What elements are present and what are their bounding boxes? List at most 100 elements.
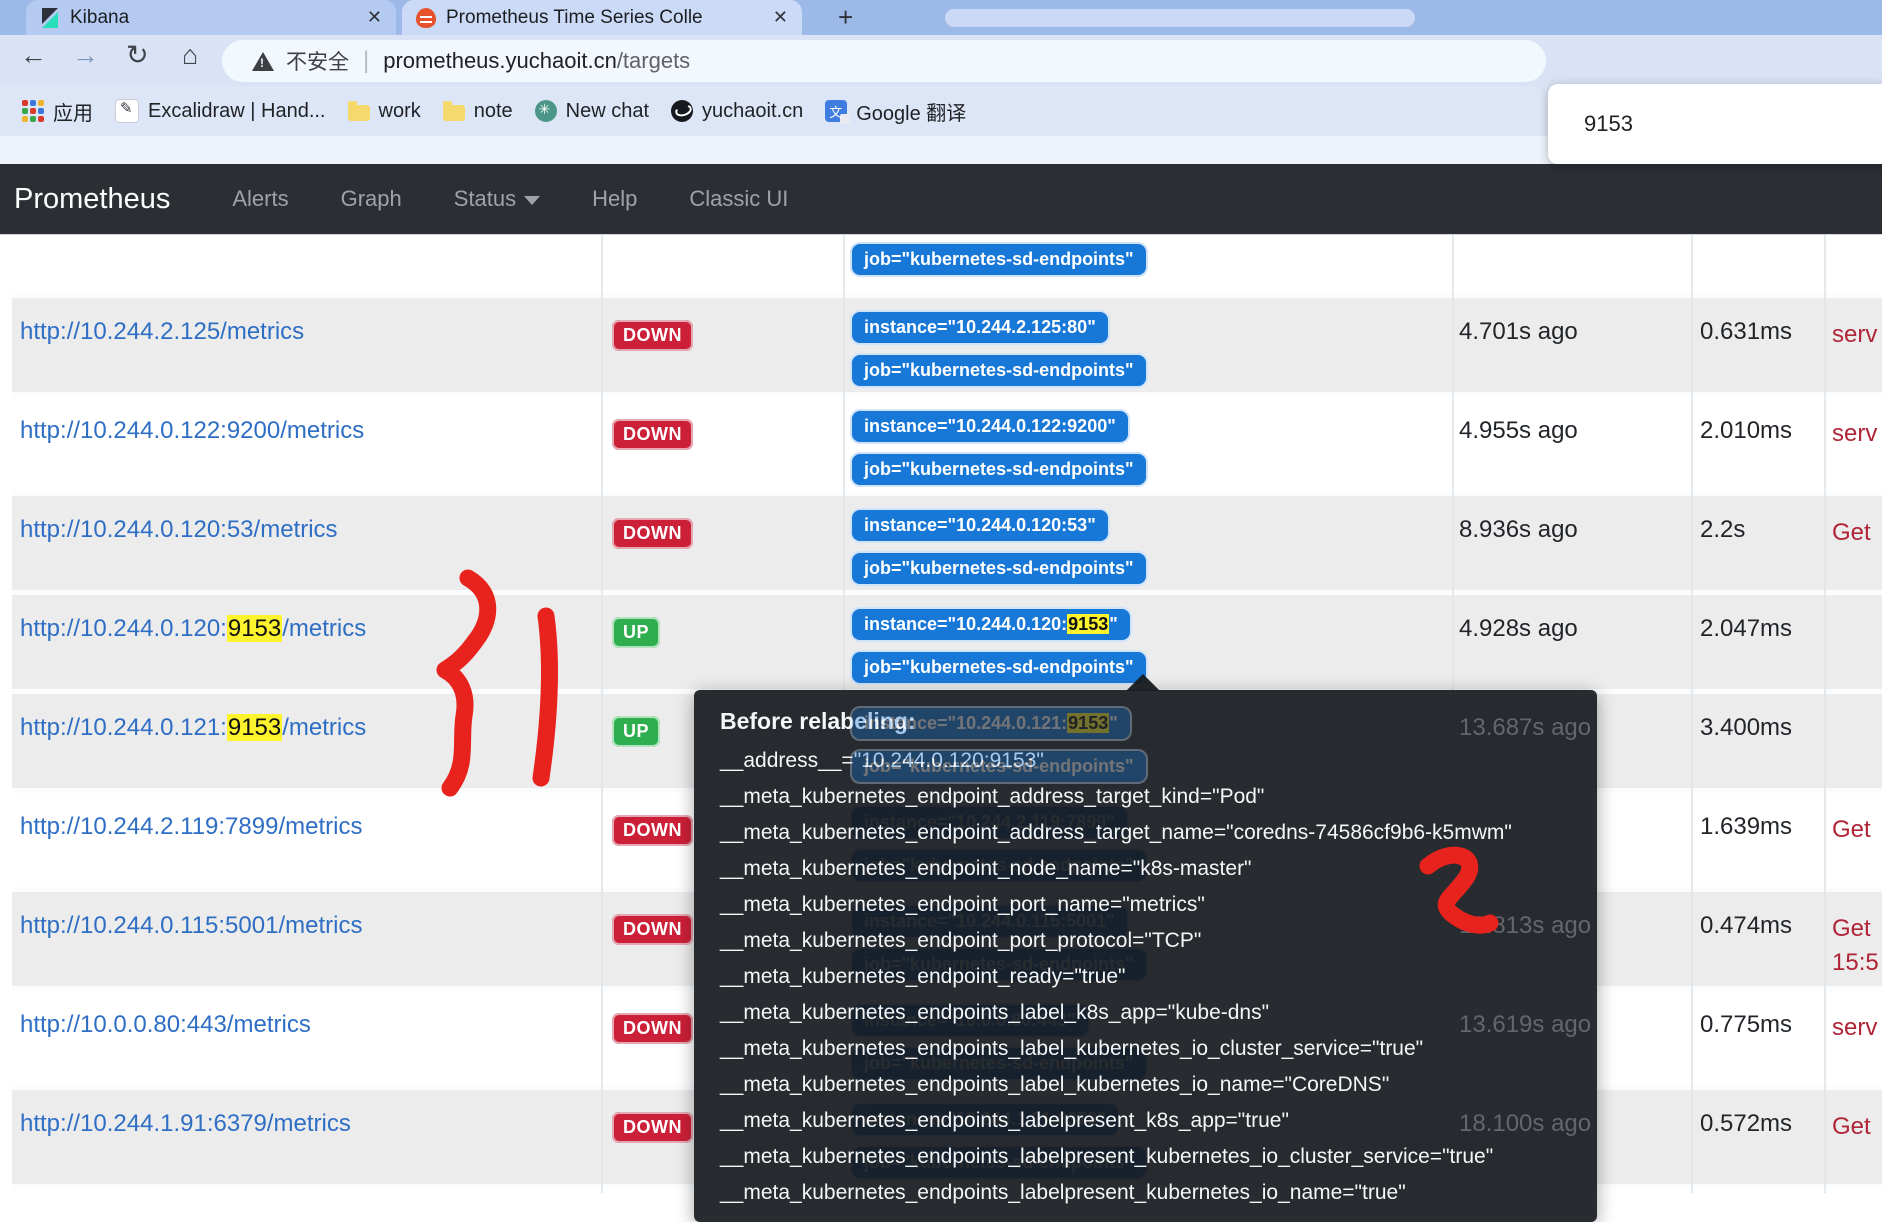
bookmark-label: Excalidraw | Hand... <box>148 100 326 123</box>
labels-cell: instance="10.244.0.122:9200" job="kuberne… <box>852 397 1146 485</box>
translate-icon <box>825 100 847 122</box>
scrape-error-text: serv <box>1832 318 1877 352</box>
endpoint-link[interactable]: http://10.244.0.122:9200/metrics <box>20 417 364 445</box>
endpoint-link[interactable]: http://10.244.2.119:7899/metrics <box>20 813 362 841</box>
scrape-error-text: serv <box>1832 1011 1877 1045</box>
new-tab-button[interactable]: + <box>838 2 853 33</box>
job-label-badge[interactable]: job="kubernetes-sd-endpoints" <box>852 454 1146 485</box>
endpoint-link[interactable]: http://10.244.0.121:9153/metrics <box>20 714 366 742</box>
state-badge: DOWN <box>612 1112 693 1143</box>
back-icon[interactable]: ← <box>20 40 47 71</box>
find-highlight: 9153 <box>227 615 282 642</box>
endpoint-link[interactable]: http://10.244.2.125/metrics <box>20 318 304 346</box>
scrape-duration-value: 2.010ms <box>1700 417 1792 445</box>
bookmark-item[interactable]: Google 翻译 <box>825 97 966 126</box>
bookmark-label: 应用 <box>53 97 93 126</box>
bookmark-label: note <box>474 100 513 123</box>
scrape-duration-value: 3.400ms <box>1700 714 1792 742</box>
folder-icon <box>443 105 465 121</box>
prometheus-navbar: Prometheus Alerts Graph Status Help Classic … <box>0 164 1882 234</box>
find-query-input[interactable]: 9153 <box>1584 111 1882 137</box>
find-highlight: 9153 <box>227 714 282 741</box>
forward-icon[interactable]: → <box>72 40 99 71</box>
url-separator: | <box>363 47 369 75</box>
address-bar[interactable]: 不安全 | prometheus.yuchaoit.cn/targets <box>222 40 1546 82</box>
job-label-badge[interactable]: job="kubernetes-sd-endpoints" <box>852 244 1146 275</box>
column-divider <box>601 235 603 1193</box>
state-badge: DOWN <box>612 320 693 351</box>
nav-item-classic-ui[interactable]: Classic UI <box>689 186 788 212</box>
state-badge: DOWN <box>612 518 693 549</box>
endpoint-link[interactable]: http://10.244.0.115:5001/metrics <box>20 912 362 940</box>
last-scrape-value: 4.955s ago <box>1459 417 1578 445</box>
job-label-badge[interactable]: job="kubernetes-sd-endpoints" <box>852 355 1146 386</box>
tooltip-meta-line: __meta_kubernetes_endpoints_labelpresent… <box>720 1175 1597 1211</box>
home-icon[interactable]: ⌂ <box>182 40 198 71</box>
tab-close-icon[interactable]: ✕ <box>367 7 382 28</box>
tooltip-meta-line: __meta_kubernetes_endpoints_label_kubern… <box>720 1067 1597 1103</box>
instance-label-badge[interactable]: instance="10.244.0.120:53" <box>852 510 1108 541</box>
scrape-duration-value: 0.631ms <box>1700 318 1792 346</box>
scrape-error-text: serv <box>1832 417 1877 451</box>
labels-cell: instance="10.244.0.120:9153" job="kuberne… <box>852 595 1146 683</box>
scrape-duration-value: 0.775ms <box>1700 1011 1792 1039</box>
tab-strip-pill <box>945 9 1415 27</box>
endpoint-link[interactable]: http://10.0.0.80:443/metrics <box>20 1011 311 1039</box>
last-scrape-value: 4.701s ago <box>1459 318 1578 346</box>
nav-item-help[interactable]: Help <box>592 186 637 212</box>
bookmark-item[interactable]: note <box>443 100 513 123</box>
state-badge: UP <box>612 617 660 648</box>
excalidraw-icon <box>115 99 139 123</box>
instance-label-badge[interactable]: instance="10.244.0.122:9200" <box>852 411 1128 442</box>
tooltip-meta-line: __meta_kubernetes_endpoints_labelpresent… <box>720 1139 1597 1175</box>
prometheus-brand[interactable]: Prometheus <box>14 183 170 216</box>
last-scrape-value: 13.687s ago <box>1459 714 1591 742</box>
last-scrape-value: 8.936s ago <box>1459 516 1578 544</box>
find-highlight: 9153 <box>1067 713 1109 733</box>
table-row: http://10.244.0.122:9200/metricsDOWNinst… <box>12 392 1882 491</box>
bookmark-item[interactable]: yuchaoit.cn <box>671 100 803 123</box>
instance-label-badge[interactable]: instance="10.244.0.120:9153" <box>852 609 1130 640</box>
state-badge: UP <box>612 716 660 747</box>
last-scrape-value: 13.619s ago <box>1459 1011 1591 1039</box>
bookmark-label: Google 翻译 <box>856 97 966 126</box>
job-label-badge[interactable]: job="kubernetes-sd-endpoints" <box>852 652 1146 683</box>
bookmark-item[interactable]: work <box>348 100 421 123</box>
bookmark-item[interactable]: 应用 <box>22 97 93 126</box>
state-badge: DOWN <box>612 815 693 846</box>
chatgpt-icon <box>535 100 557 122</box>
scrape-error-text: Get15:5 <box>1832 912 1879 980</box>
find-highlight: 9153 <box>1067 614 1109 634</box>
reload-icon[interactable]: ↻ <box>126 40 149 71</box>
labels-cell: instance="10.244.2.125:80" job="kubernete… <box>852 298 1146 386</box>
not-secure-warning-icon[interactable] <box>252 52 274 71</box>
globe-icon <box>671 100 693 122</box>
table-row: http://10.244.0.120:53/metrics DOWN instan… <box>12 491 1882 590</box>
bookmark-label: yuchaoit.cn <box>702 100 803 123</box>
endpoint-link[interactable]: http://10.244.0.120:9153/metrics <box>20 615 366 643</box>
nav-item-graph[interactable]: Graph <box>341 186 402 212</box>
last-scrape-value: 4.928s ago <box>1459 615 1578 643</box>
bookmark-item[interactable]: Excalidraw | Hand... <box>115 99 326 123</box>
tooltip-meta-line: __meta_kubernetes_endpoint_node_name="k8… <box>720 851 1597 887</box>
nav-item-status[interactable]: Status <box>454 186 540 212</box>
endpoint-link[interactable]: http://10.244.1.91:6379/metrics <box>20 1110 351 1138</box>
tab-prometheus[interactable]: Prometheus Time Series Colle ✕ <box>402 0 802 35</box>
endpoint-link[interactable]: http://10.244.0.120:53/metrics <box>20 516 338 544</box>
tab-close-icon[interactable]: ✕ <box>773 7 788 28</box>
job-label-badge[interactable]: job="kubernetes-sd-endpoints" <box>852 553 1146 584</box>
instance-label-badge[interactable]: instance="10.244.0.121:9153" <box>852 708 1130 739</box>
bookmark-item[interactable]: New chat <box>535 100 649 123</box>
tab-kibana[interactable]: Kibana ✕ <box>26 0 396 35</box>
browser-toolbar: ← → ↻ ⌂ 不安全 | prometheus.yuchaoit.cn/tar… <box>0 35 1882 86</box>
tooltip-meta-line: __meta_kubernetes_endpoint_address_targe… <box>720 815 1597 851</box>
find-in-page-bar[interactable]: 9153 4 <box>1548 84 1882 164</box>
job-label-badge[interactable]: job="kubernetes-sd-endpoints" <box>852 751 1146 782</box>
state-badge: DOWN <box>612 1013 693 1044</box>
labels-cell: job="kubernetes-sd-endpoints" <box>852 235 1146 275</box>
prometheus-favicon-icon <box>416 8 436 28</box>
instance-label-badge[interactable]: instance="10.244.2.125:80" <box>852 312 1108 343</box>
nav-item-alerts[interactable]: Alerts <box>232 186 288 212</box>
url-text[interactable]: prometheus.yuchaoit.cn/targets <box>383 48 690 74</box>
table-row: http://10.244.0.120:9153/metrics UP instan… <box>12 590 1882 689</box>
